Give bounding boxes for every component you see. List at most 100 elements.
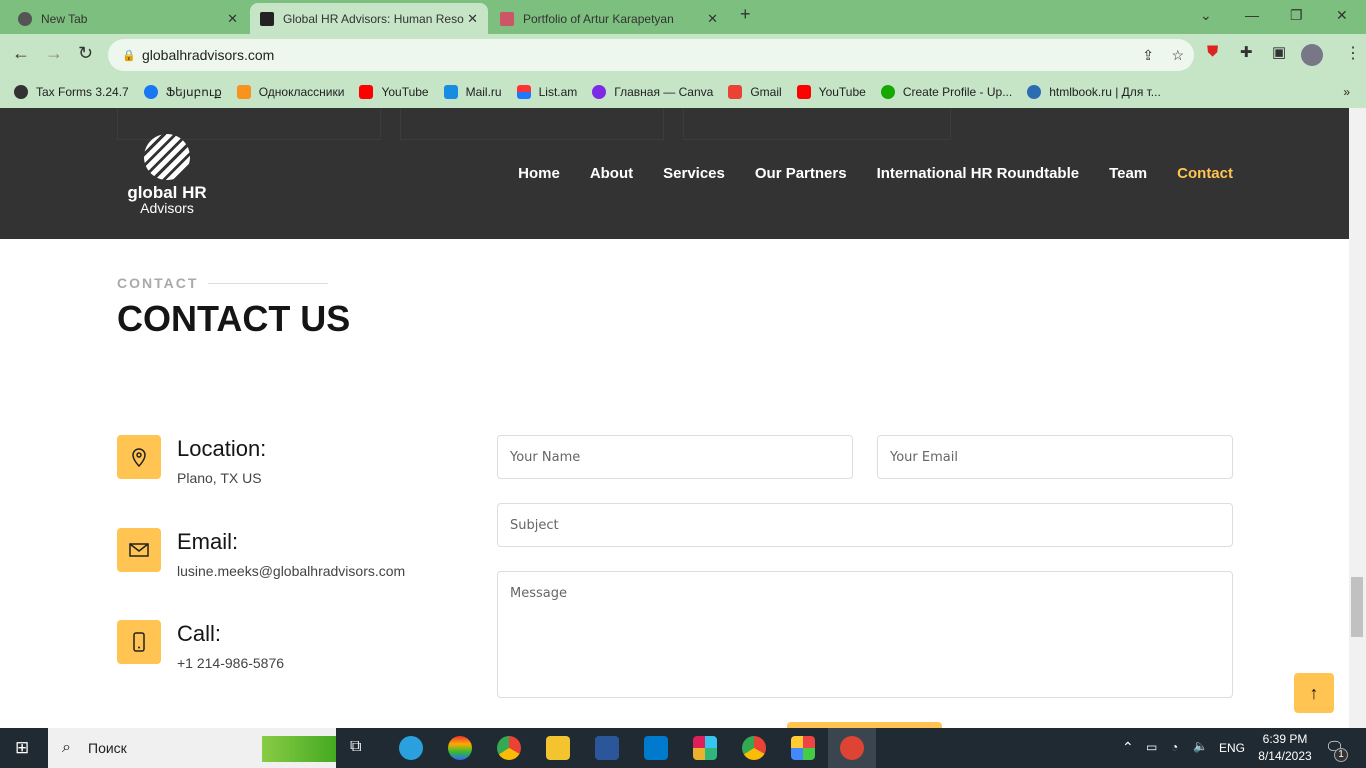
mailru-icon [443, 85, 458, 99]
app-icon[interactable] [791, 736, 815, 760]
tab-portfolio[interactable]: Portfolio of Artur Karapetyan ✕ [490, 3, 728, 34]
brave-shield-icon[interactable]: ⛊ [1207, 43, 1218, 60]
tray-chevron-icon[interactable]: ⌃ [1122, 739, 1134, 756]
windows-start-icon[interactable]: ⊞ [15, 738, 29, 758]
tab-label: Portfolio of Artur Karapetyan [523, 11, 674, 26]
bookmark[interactable]: Create Profile - Up... [880, 85, 1012, 99]
bookmark[interactable]: Главная — Canva [592, 85, 713, 99]
bookmark[interactable]: Tax Forms 3.24.7 [14, 85, 129, 99]
task-view-icon[interactable]: ⧉ [350, 738, 374, 762]
bookmark[interactable]: Mail.ru [443, 85, 502, 99]
phone-icon [117, 620, 161, 664]
new-tab-button[interactable]: + [740, 4, 751, 25]
active-app-highlight[interactable] [828, 728, 876, 768]
minimize-button[interactable]: — [1245, 7, 1259, 23]
bookmark-label: Tax Forms 3.24.7 [36, 85, 129, 99]
telegram-icon[interactable] [399, 736, 423, 760]
subject-input[interactable]: Subject [497, 503, 1233, 547]
bookmark[interactable]: Gmail [728, 85, 782, 99]
address-bar[interactable]: 🔒 globalhradvisors.com ⇪ ☆ [108, 39, 1194, 71]
section-title: CONTACT US [117, 298, 351, 339]
url-text: globalhradvisors.com [142, 47, 275, 63]
info-title: Email: [177, 529, 239, 554]
scrollbar-thumb[interactable] [1351, 577, 1363, 637]
message-textarea[interactable]: Message [497, 571, 1233, 698]
more-bookmarks-icon[interactable]: » [1343, 85, 1350, 99]
tab-search-icon[interactable]: ⌄ [1200, 7, 1212, 24]
globe-icon [14, 85, 28, 99]
bookmark-label: YouTube [818, 85, 866, 99]
volume-icon[interactable]: 🔈 [1193, 739, 1208, 753]
slack-icon[interactable] [693, 736, 717, 760]
battery-icon[interactable]: ▭ [1146, 740, 1157, 754]
bookmark[interactable]: htmlbook.ru | Для т... [1027, 85, 1161, 99]
profile-avatar[interactable] [1301, 44, 1323, 66]
extensions-icon[interactable]: ✚ [1240, 43, 1253, 61]
placeholder: Your Email [890, 449, 958, 465]
file-explorer-icon[interactable] [546, 736, 570, 760]
tab-new-tab[interactable]: New Tab ✕ [8, 3, 248, 34]
clock-date[interactable]: 8/14/2023 [1255, 749, 1315, 763]
word-icon[interactable] [595, 736, 619, 760]
bookmark-label: List.am [538, 85, 578, 99]
nav-about[interactable]: About [590, 165, 633, 182]
info-value[interactable]: +1 214-986-5876 [177, 655, 284, 671]
close-tab-icon[interactable]: ✕ [707, 11, 718, 27]
site-logo[interactable]: global HR Advisors [122, 134, 212, 216]
restore-button[interactable]: ❐ [1290, 7, 1303, 24]
bookmark[interactable]: List.am [516, 85, 578, 99]
listam-icon [516, 85, 531, 99]
language-indicator[interactable]: ENG [1219, 741, 1245, 755]
search-icon: ⌕ [62, 739, 71, 756]
share-icon[interactable]: ⇪ [1142, 47, 1154, 64]
info-value[interactable]: lusine.meeks@globalhradvisors.com [177, 563, 405, 579]
bookmark[interactable]: YouTube [796, 85, 866, 99]
nav-home[interactable]: Home [518, 165, 560, 182]
info-title: Call: [177, 621, 222, 646]
bookmark[interactable]: Ֆեյսբուք [143, 85, 222, 99]
back-to-top-button[interactable]: ↑ [1294, 673, 1334, 713]
wifi-icon[interactable]: ◔ [1171, 740, 1178, 754]
placeholder: Subject [510, 517, 559, 533]
htmlbook-icon [1027, 85, 1042, 99]
tab-label: New Tab [41, 11, 88, 26]
logo-subtext: Advisors [140, 200, 194, 216]
lock-icon: 🔒 [122, 49, 136, 62]
close-tab-icon[interactable]: ✕ [467, 11, 478, 27]
location-info: Location: Plano, TX US [117, 435, 266, 486]
email-info: Email: lusine.meeks@globalhradvisors.com [117, 528, 405, 579]
back-icon[interactable]: ← [12, 43, 30, 64]
app-icon[interactable] [448, 736, 472, 760]
email-input[interactable]: Your Email [877, 435, 1233, 479]
nav-contact[interactable]: Contact [1177, 165, 1233, 182]
nav-our-partners[interactable]: Our Partners [755, 165, 847, 182]
nav-team[interactable]: Team [1109, 165, 1147, 182]
menu-icon[interactable]: ⋮ [1345, 43, 1361, 63]
youtube-icon [359, 85, 374, 99]
chrome-profile-icon[interactable] [742, 736, 766, 760]
site-favicon-icon [260, 11, 274, 26]
forward-icon[interactable]: → [45, 43, 63, 64]
bookmark-star-icon[interactable]: ☆ [1171, 47, 1184, 64]
bookmark-label: Ֆեյսբուք [165, 85, 222, 99]
vscode-icon[interactable] [644, 736, 668, 760]
chrome-icon [18, 11, 32, 26]
nav-roundtable[interactable]: International HR Roundtable [877, 165, 1080, 182]
side-panel-icon[interactable]: ▣ [1272, 43, 1286, 61]
tab-global-hr[interactable]: Global HR Advisors: Human Reso ✕ [250, 3, 488, 34]
portfolio-favicon-icon [500, 11, 514, 26]
name-input[interactable]: Your Name [497, 435, 853, 479]
nav-services[interactable]: Services [663, 165, 725, 182]
notification-count: 1 [1334, 748, 1348, 762]
placeholder: Your Name [510, 449, 581, 465]
close-window-button[interactable]: ✕ [1336, 7, 1348, 24]
clock-time[interactable]: 6:39 PM [1258, 732, 1312, 746]
search-placeholder: Поиск [88, 740, 127, 756]
chrome-icon[interactable] [497, 736, 521, 760]
taskbar-search[interactable]: ⌕ Поиск [48, 728, 336, 768]
bookmark[interactable]: YouTube [359, 85, 429, 99]
page-scrollbar[interactable] [1349, 108, 1366, 728]
bookmark[interactable]: Одноклассники [236, 85, 344, 99]
close-tab-icon[interactable]: ✕ [227, 11, 238, 27]
reload-icon[interactable]: ↻ [78, 43, 93, 64]
